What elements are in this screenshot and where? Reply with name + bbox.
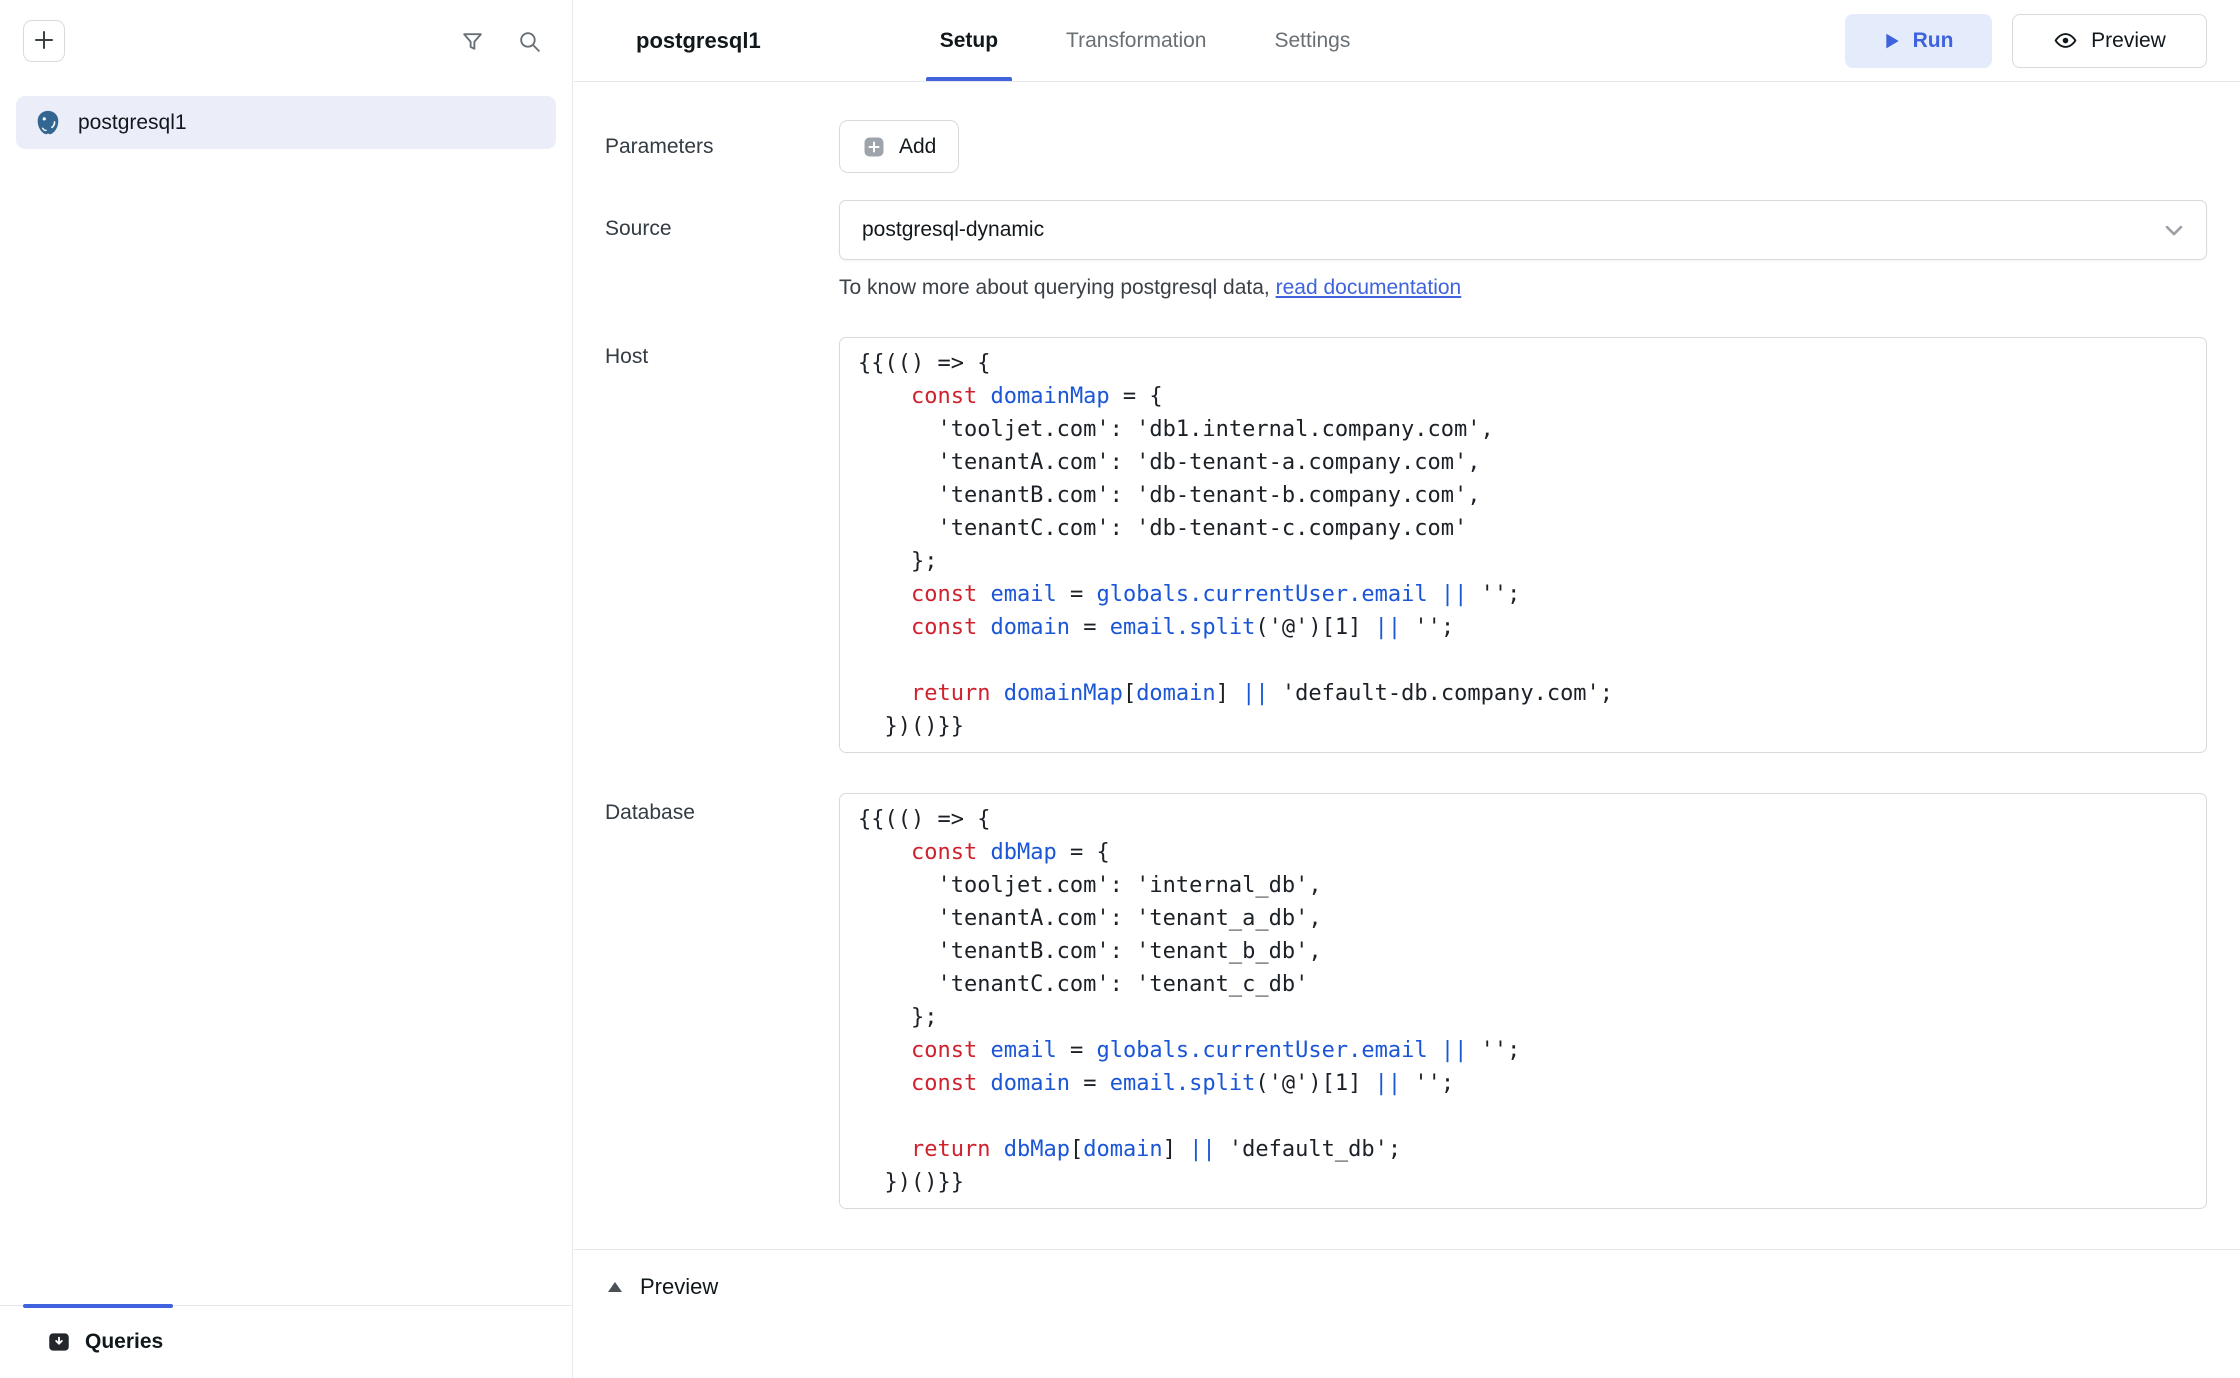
code-line: const domain = email.split('@')[1] || ''… (858, 1067, 2186, 1100)
search-icon[interactable] (517, 29, 542, 54)
tab-transformation[interactable]: Transformation (1052, 0, 1220, 81)
parameters-row: Parameters Add (605, 120, 2207, 173)
code-line: {{(() => { (858, 347, 2186, 380)
source-help-text: To know more about querying postgresql d… (839, 276, 2207, 300)
tab-setup[interactable]: Setup (926, 0, 1012, 81)
query-list-item-postgresql1[interactable]: postgresql1 (16, 96, 556, 149)
filter-icon[interactable] (460, 29, 485, 54)
setup-tab-content: Parameters Add Source (574, 82, 2240, 1378)
plus-square-icon (862, 135, 886, 159)
query-editor-panel: postgresql1 Setup Transformation Setting… (574, 0, 2240, 1378)
code-line: 'tenantC.com': 'db-tenant-c.company.com' (858, 512, 2186, 545)
eye-icon (2053, 28, 2078, 53)
source-select[interactable]: postgresql-dynamic (839, 200, 2207, 260)
query-list: postgresql1 (0, 82, 572, 1305)
active-panel-indicator (23, 1304, 173, 1308)
code-line: return dbMap[domain] || 'default_db'; (858, 1133, 2186, 1166)
source-row: Source postgresql-dynamic To know more a… (605, 200, 2207, 300)
preview-button[interactable]: Preview (2012, 14, 2207, 68)
parameters-label: Parameters (605, 135, 839, 159)
play-icon (1884, 32, 1901, 50)
code-line: {{(() => { (858, 803, 2186, 836)
code-line: }; (858, 545, 2186, 578)
read-documentation-link[interactable]: read documentation (1276, 276, 1462, 299)
preview-button-label: Preview (2091, 29, 2166, 53)
run-button-label: Run (1913, 29, 1954, 53)
code-line: 'tenantB.com': 'tenant_b_db', (858, 935, 2186, 968)
database-code-editor[interactable]: {{(() => { const dbMap = { 'tooljet.com'… (839, 793, 2207, 1209)
code-line: })()}} (858, 1166, 2186, 1199)
code-line: const email = globals.currentUser.email … (858, 1034, 2186, 1067)
editor-tabs: Setup Transformation Settings (926, 0, 1365, 81)
code-line: 'tenantA.com': 'db-tenant-a.company.com'… (858, 446, 2186, 479)
plus-icon (32, 28, 56, 55)
code-line: 'tooljet.com': 'db1.internal.company.com… (858, 413, 2186, 446)
source-select-value: postgresql-dynamic (862, 218, 1044, 242)
query-editor-app: postgresql1 Queries postgresql1 Setup Tr… (0, 0, 2240, 1378)
add-parameter-button[interactable]: Add (839, 120, 959, 173)
query-item-label: postgresql1 (78, 111, 187, 135)
run-button[interactable]: Run (1845, 14, 1992, 68)
tab-settings[interactable]: Settings (1260, 0, 1364, 81)
code-line: 'tenantC.com': 'tenant_c_db' (858, 968, 2186, 1001)
code-line: const dbMap = { (858, 836, 2186, 869)
query-title[interactable]: postgresql1 (636, 28, 761, 54)
query-list-toolbar (0, 0, 572, 82)
code-line: 'tenantB.com': 'db-tenant-b.company.com'… (858, 479, 2186, 512)
postgresql-icon (33, 108, 63, 138)
source-label: Source (605, 200, 839, 241)
code-line: const email = globals.currentUser.email … (858, 578, 2186, 611)
code-line (858, 1100, 2186, 1133)
code-line: 'tenantA.com': 'tenant_a_db', (858, 902, 2186, 935)
source-help-static: To know more about querying postgresql d… (839, 276, 1276, 299)
triangle-up-icon (607, 1281, 623, 1293)
preview-section-toggle[interactable]: Preview (605, 1250, 2207, 1300)
header-actions: Run Preview (1845, 14, 2207, 68)
database-label: Database (605, 793, 839, 825)
preview-section-label: Preview (640, 1274, 718, 1300)
query-list-panel: postgresql1 Queries (0, 0, 573, 1378)
code-line: }; (858, 1001, 2186, 1034)
queries-tab-label[interactable]: Queries (85, 1330, 163, 1354)
code-line: const domainMap = { (858, 380, 2186, 413)
code-line: })()}} (858, 710, 2186, 743)
code-line (858, 644, 2186, 677)
add-query-button[interactable] (23, 20, 65, 62)
database-row: Database {{(() => { const dbMap = { 'too… (605, 793, 2207, 1209)
host-code-editor[interactable]: {{(() => { const domainMap = { 'tooljet.… (839, 337, 2207, 753)
host-label: Host (605, 337, 839, 369)
code-line: return domainMap[domain] || 'default-db.… (858, 677, 2186, 710)
queries-panel-icon (46, 1329, 72, 1355)
host-row: Host {{(() => { const domainMap = { 'too… (605, 337, 2207, 753)
chevron-down-icon (2160, 216, 2188, 244)
query-editor-header: postgresql1 Setup Transformation Setting… (574, 0, 2240, 82)
add-parameter-label: Add (899, 135, 936, 159)
code-line: 'tooljet.com': 'internal_db', (858, 869, 2186, 902)
code-line: const domain = email.split('@')[1] || ''… (858, 611, 2186, 644)
queries-bottom-bar: Queries (0, 1305, 572, 1378)
